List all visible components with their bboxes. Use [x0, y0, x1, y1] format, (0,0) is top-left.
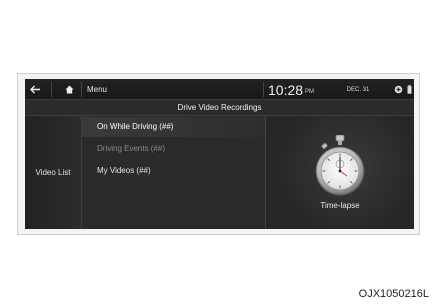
list-item-label: My Videos (##) [97, 166, 151, 175]
list-item-label: Driving Events (##) [97, 144, 166, 153]
date-text: DEC. 31 [346, 86, 370, 93]
back-arrow-icon [29, 85, 40, 94]
separator [263, 82, 264, 97]
recordings-list: On While Driving (##) Driving Events (##… [82, 116, 265, 229]
back-button[interactable] [25, 79, 45, 100]
stopwatch-icon [315, 135, 365, 196]
date-display: DEC. 31 [338, 79, 378, 100]
separator [51, 82, 52, 97]
connectivity-status [393, 79, 403, 100]
battery-status-icon [407, 85, 411, 94]
infotainment-screen: Menu 10:28 PM DEC. 31 Drive Video Record… [25, 79, 414, 229]
figure-caption: OJX1050216L [358, 288, 429, 300]
list-item-on-while-driving[interactable]: On While Driving (##) [82, 117, 265, 137]
battery-status [404, 79, 414, 100]
sidebar-item-video-list[interactable]: Video List [25, 116, 82, 229]
connectivity-status-icon [394, 85, 402, 94]
menu-label: Menu [86, 85, 107, 94]
status-bar: Menu 10:28 PM DEC. 31 [25, 79, 414, 100]
home-icon [65, 85, 73, 94]
sidebar-item-label: Video List [35, 168, 71, 177]
menu-button[interactable]: Menu [82, 79, 112, 100]
list-item-driving-events: Driving Events (##) [82, 139, 265, 159]
timelapse-button[interactable]: Time-lapse [266, 116, 414, 229]
clock-time: 10:28 [268, 81, 304, 98]
timelapse-label: Time-lapse [320, 201, 360, 210]
list-item-my-videos[interactable]: My Videos (##) [82, 161, 265, 181]
clock-ampm: PM [305, 88, 315, 95]
clock: 10:28 PM [268, 79, 338, 100]
page-title: Drive Video Recordings [25, 100, 414, 116]
home-button[interactable] [59, 79, 79, 100]
list-item-label: On While Driving (##) [97, 122, 174, 131]
